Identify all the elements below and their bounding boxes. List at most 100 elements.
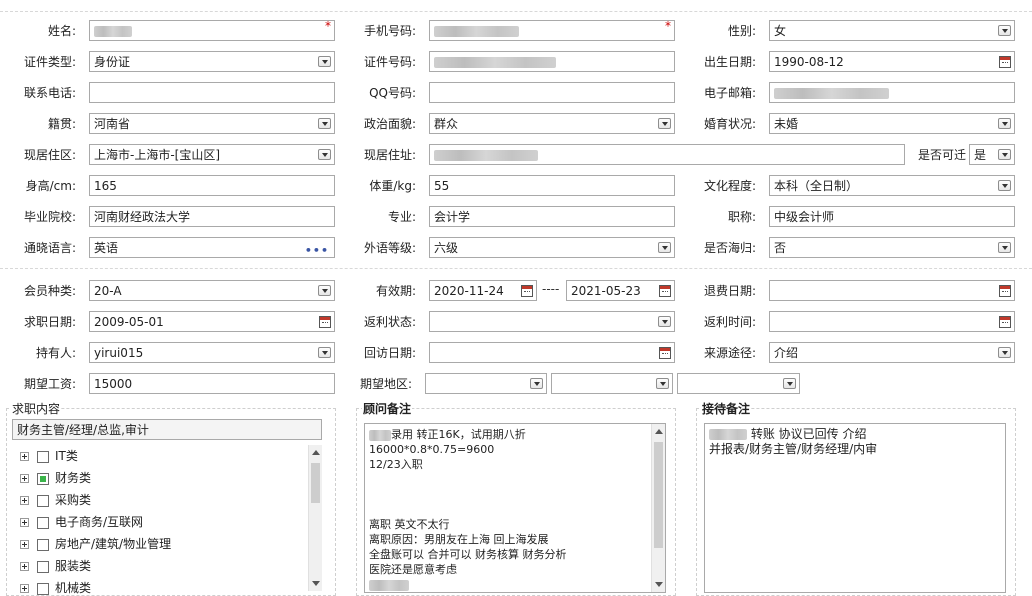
- checkbox[interactable]: [37, 494, 49, 507]
- lang-level-select[interactable]: 六级: [429, 237, 675, 258]
- scroll-down-icon[interactable]: [312, 581, 320, 586]
- holder-value: yirui015: [94, 346, 144, 360]
- gender-label: 性别:: [727, 24, 756, 38]
- dropdown-arrow-icon[interactable]: [998, 149, 1011, 160]
- dropdown-arrow-icon[interactable]: [656, 378, 669, 389]
- dropdown-arrow-icon[interactable]: [318, 149, 331, 160]
- name-input[interactable]: *: [89, 20, 335, 41]
- address-input[interactable]: [429, 144, 905, 165]
- dropdown-arrow-icon[interactable]: [318, 56, 331, 67]
- scroll-thumb[interactable]: [311, 463, 320, 503]
- rebate-status-select[interactable]: [429, 311, 675, 332]
- checkbox-checked[interactable]: [37, 472, 49, 485]
- refund-date-input[interactable]: [769, 280, 1015, 301]
- visit-date-input[interactable]: [429, 342, 675, 363]
- tree-item-apparel[interactable]: 服装类: [20, 556, 91, 576]
- job-selected-input[interactable]: 财务主管/经理/总监,审计: [12, 419, 322, 440]
- dropdown-arrow-icon[interactable]: [998, 347, 1011, 358]
- expand-icon[interactable]: [20, 584, 29, 593]
- calendar-icon[interactable]: [521, 285, 533, 297]
- weight-input[interactable]: 55: [429, 175, 675, 196]
- holder-select[interactable]: yirui015: [89, 342, 335, 363]
- phone-input[interactable]: [89, 82, 335, 103]
- checkbox[interactable]: [37, 516, 49, 529]
- gender-select[interactable]: 女: [769, 20, 1015, 41]
- salary-input[interactable]: 15000: [89, 373, 335, 394]
- overseas-select[interactable]: 否: [769, 237, 1015, 258]
- height-input[interactable]: 165: [89, 175, 335, 196]
- rebate-time-input[interactable]: [769, 311, 1015, 332]
- reception-notes-textarea[interactable]: 转账 协议已回传 介绍 并报表/财务主管/财务经理/内审: [704, 423, 1006, 593]
- notes-scrollbar[interactable]: [651, 424, 665, 592]
- id-type-select[interactable]: 身份证: [89, 51, 335, 72]
- dropdown-arrow-icon[interactable]: [318, 347, 331, 358]
- checkbox[interactable]: [37, 560, 49, 573]
- dropdown-arrow-icon[interactable]: [530, 378, 543, 389]
- calendar-icon[interactable]: [999, 56, 1011, 68]
- qq-input[interactable]: [429, 82, 675, 103]
- dropdown-arrow-icon[interactable]: [318, 118, 331, 129]
- tree-scrollbar[interactable]: [308, 445, 322, 591]
- movable-select[interactable]: 是: [969, 144, 1015, 165]
- id-number-input[interactable]: [429, 51, 675, 72]
- tree-item-it[interactable]: IT类: [20, 446, 78, 466]
- calendar-icon[interactable]: [659, 347, 671, 359]
- dropdown-arrow-icon[interactable]: [998, 242, 1011, 253]
- dropdown-arrow-icon[interactable]: [658, 118, 671, 129]
- scroll-down-icon[interactable]: [655, 582, 663, 587]
- calendar-icon[interactable]: [659, 285, 671, 297]
- job-date-input[interactable]: 2009-05-01: [89, 311, 335, 332]
- dropdown-arrow-icon[interactable]: [998, 25, 1011, 36]
- dropdown-arrow-icon[interactable]: [318, 285, 331, 296]
- tree-item-realestate[interactable]: 房地产/建筑/物业管理: [20, 534, 171, 554]
- title-input[interactable]: 中级会计师: [769, 206, 1015, 227]
- birth-date-input[interactable]: 1990-08-12: [769, 51, 1015, 72]
- language-input[interactable]: 英语 •••: [89, 237, 335, 258]
- tree-item-finance[interactable]: 财务类: [20, 468, 91, 488]
- area-province-select[interactable]: [425, 373, 547, 394]
- height-label: 身高/cm:: [25, 179, 76, 193]
- dropdown-arrow-icon[interactable]: [658, 316, 671, 327]
- marital-select[interactable]: 未婚: [769, 113, 1015, 134]
- area-city-select[interactable]: [551, 373, 673, 394]
- email-input[interactable]: [769, 82, 1015, 103]
- expand-icon[interactable]: [20, 540, 29, 549]
- checkbox[interactable]: [37, 538, 49, 551]
- tree-item-machinery[interactable]: 机械类: [20, 578, 91, 596]
- calendar-icon[interactable]: [999, 316, 1011, 328]
- tree-item-ecommerce[interactable]: 电子商务/互联网: [20, 512, 143, 532]
- scroll-up-icon[interactable]: [312, 450, 320, 455]
- calendar-icon[interactable]: [319, 316, 331, 328]
- expand-icon[interactable]: [20, 474, 29, 483]
- education-select[interactable]: 本科（全日制）: [769, 175, 1015, 196]
- dropdown-arrow-icon[interactable]: [658, 242, 671, 253]
- consultant-notes-textarea[interactable]: 录用 转正16K，试用期八折 16000*0.8*0.75=9600 12/23…: [364, 423, 666, 593]
- residence-select[interactable]: 上海市-上海市-[宝山区]: [89, 144, 335, 165]
- school-input[interactable]: 河南财经政法大学: [89, 206, 335, 227]
- dropdown-arrow-icon[interactable]: [998, 180, 1011, 191]
- major-input[interactable]: 会计学: [429, 206, 675, 227]
- tree-item-purchasing[interactable]: 采购类: [20, 490, 91, 510]
- more-options-icon[interactable]: •••: [305, 241, 329, 257]
- calendar-icon[interactable]: [999, 285, 1011, 297]
- member-type-select[interactable]: 20-A: [89, 280, 335, 301]
- validity-separator: ----: [542, 282, 560, 296]
- source-select[interactable]: 介绍: [769, 342, 1015, 363]
- dropdown-arrow-icon[interactable]: [783, 378, 796, 389]
- political-select[interactable]: 群众: [429, 113, 675, 134]
- area-district-select[interactable]: [677, 373, 800, 394]
- expand-icon[interactable]: [20, 562, 29, 571]
- dropdown-arrow-icon[interactable]: [998, 118, 1011, 129]
- validity-to-input[interactable]: 2021-05-23: [566, 280, 675, 301]
- checkbox[interactable]: [37, 450, 49, 463]
- validity-from-input[interactable]: 2020-11-24: [429, 280, 537, 301]
- mobile-input[interactable]: *: [429, 20, 675, 41]
- checkbox[interactable]: [37, 582, 49, 595]
- expand-icon[interactable]: [20, 518, 29, 527]
- native-place-select[interactable]: 河南省: [89, 113, 335, 134]
- scroll-up-icon[interactable]: [655, 429, 663, 434]
- expand-icon[interactable]: [20, 452, 29, 461]
- expand-icon[interactable]: [20, 496, 29, 505]
- scroll-thumb[interactable]: [654, 442, 663, 548]
- email-label: 电子邮箱:: [703, 86, 756, 100]
